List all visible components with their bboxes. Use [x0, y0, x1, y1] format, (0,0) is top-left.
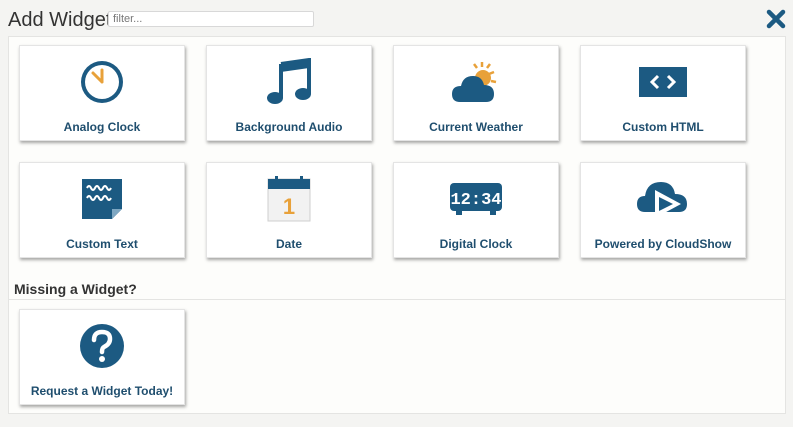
- widget-card-powered-by-cloudshow[interactable]: Powered by CloudShow: [580, 162, 746, 258]
- widget-card-digital-clock[interactable]: 12:34 Digital Clock: [393, 162, 559, 258]
- digital-time-readout: 12:34: [450, 191, 501, 210]
- widget-card-analog-clock[interactable]: Analog Clock: [19, 45, 185, 141]
- cloudshow-logo-icon: [581, 175, 745, 223]
- dialog-title: Add Widget: [8, 9, 112, 31]
- digital-clock-icon: 12:34: [394, 175, 558, 223]
- section-divider: [9, 299, 785, 300]
- calendar-date-icon: 1: [207, 175, 371, 223]
- music-note-icon: [207, 58, 371, 106]
- widget-label: Current Weather: [429, 120, 523, 134]
- widget-card-current-weather[interactable]: Current Weather: [393, 45, 559, 141]
- widget-label: Background Audio: [235, 120, 343, 134]
- widget-label: Analog Clock: [63, 120, 141, 134]
- widget-label: Request a Widget Today!: [30, 384, 174, 398]
- widget-label: Powered by CloudShow: [594, 237, 732, 251]
- filter-input[interactable]: [108, 11, 314, 27]
- widget-card-custom-text[interactable]: Custom Text: [19, 162, 185, 258]
- widget-card-background-audio[interactable]: Background Audio: [206, 45, 372, 141]
- weather-cloud-sun-icon: [394, 58, 558, 106]
- missing-widget-heading: Missing a Widget?: [14, 281, 137, 297]
- calendar-day-number: 1: [283, 194, 295, 219]
- widget-label: Date: [275, 237, 302, 251]
- text-document-icon: [20, 175, 184, 223]
- code-brackets-icon: [581, 58, 745, 106]
- widget-label: Custom Text: [66, 237, 138, 251]
- dialog-header: Add Widget: [0, 0, 793, 36]
- widget-panel: Analog Clock Background Audio Current We…: [8, 36, 786, 414]
- close-icon[interactable]: [765, 8, 787, 30]
- question-circle-icon: [20, 322, 184, 370]
- widget-card-request-widget[interactable]: Request a Widget Today!: [19, 309, 185, 405]
- widget-card-date[interactable]: 1 Date: [206, 162, 372, 258]
- widget-card-custom-html[interactable]: Custom HTML: [580, 45, 746, 141]
- analog-clock-icon: [20, 58, 184, 106]
- widget-label: Digital Clock: [439, 237, 513, 251]
- widget-label: Custom HTML: [622, 120, 704, 134]
